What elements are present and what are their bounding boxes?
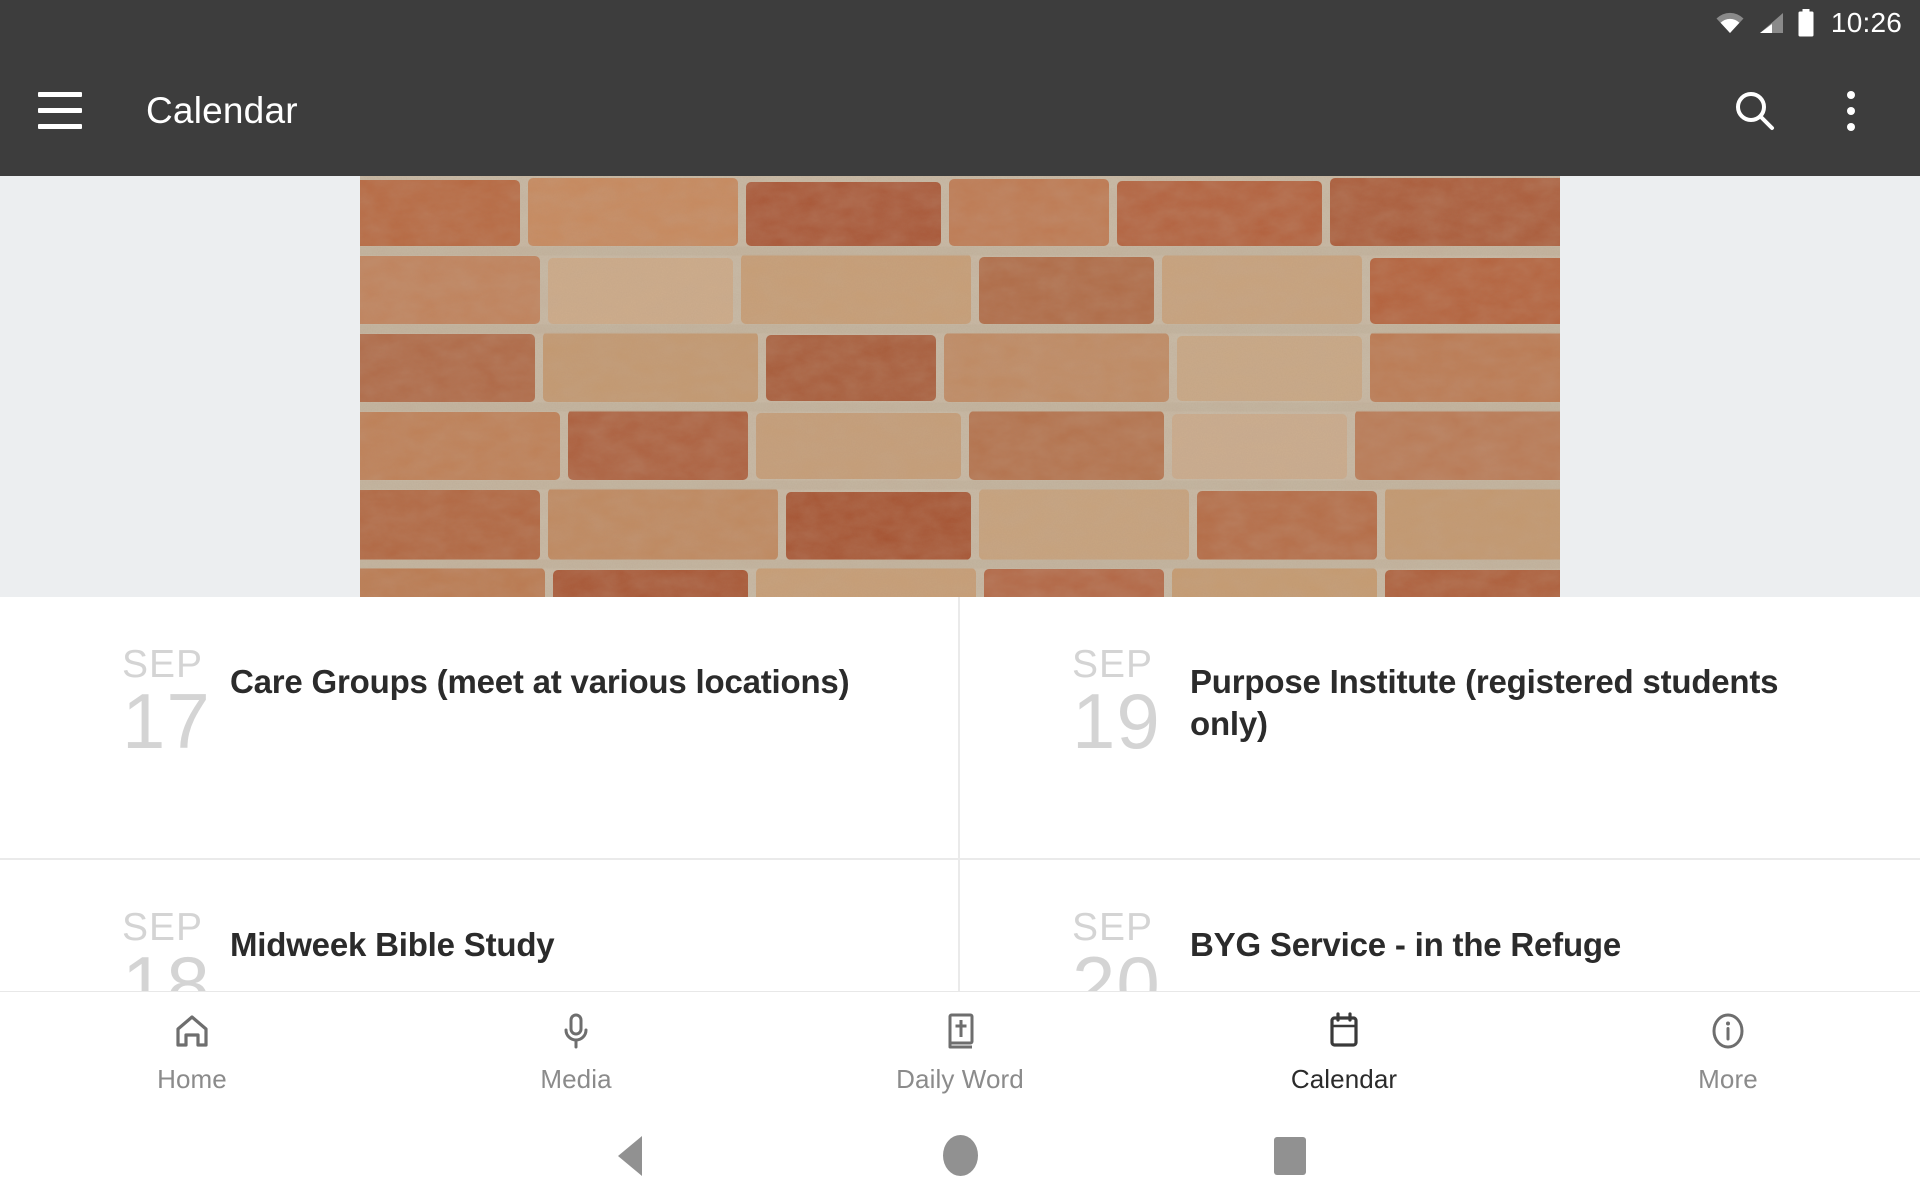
event-date: SEP 19 [960,597,1190,760]
menu-bar-3 [38,124,82,129]
nav-item-more[interactable]: More [1558,1008,1898,1095]
wifi-icon [1715,11,1745,35]
event-day: 20 [1072,940,1161,991]
cellular-signal-icon [1757,11,1785,35]
event-row: SEP 18 Midweek Bible Study SEP 20 BYG Se… [0,860,1920,991]
event-day: 19 [1072,677,1161,765]
microphone-icon [555,1008,597,1054]
info-circle-icon [1707,1008,1749,1054]
nav-label: Home [157,1064,227,1094]
event-day: 18 [122,940,211,991]
android-system-navigation [0,1111,1920,1200]
recents-glyph [1274,1136,1306,1175]
overflow-menu-icon[interactable] [1820,80,1882,142]
home-glyph [942,1135,978,1176]
event-date: SEP 18 [0,860,230,991]
menu-bar-2 [38,108,82,113]
event-title: Purpose Institute (registered students o… [1190,663,1779,743]
nav-label: Daily Word [896,1064,1024,1094]
back-triangle-icon[interactable] [465,1135,795,1176]
event-title: Midweek Bible Study [230,926,555,963]
home-icon [171,1008,213,1054]
recents-square-icon[interactable] [1125,1136,1455,1175]
nav-label: Calendar [1290,1064,1398,1094]
battery-icon [1797,8,1815,37]
nav-item-calendar[interactable]: Calendar [1174,1008,1514,1095]
nav-label: More [1698,1064,1758,1094]
bible-book-icon [939,1008,981,1054]
calendar-icon [1323,1008,1365,1054]
event-card[interactable]: SEP 17 Care Groups (meet at various loca… [0,597,960,858]
menu-bar-1 [38,92,82,97]
event-date: SEP 17 [0,597,230,760]
event-row: SEP 17 Care Groups (meet at various loca… [0,597,1920,860]
app-bar-actions [1724,80,1920,142]
app-bar: Calendar [0,45,1920,176]
event-card[interactable]: SEP 20 BYG Service - in the Refuge [960,860,1920,991]
status-bar: 10:26 [0,0,1920,45]
event-card[interactable]: SEP 18 Midweek Bible Study [0,860,960,991]
home-circle-icon[interactable] [795,1135,1125,1176]
overflow-dot-1 [1847,90,1855,99]
page-title: Calendar [146,89,298,131]
overflow-dot-2 [1847,106,1855,115]
status-bar-clock: 10:26 [1830,6,1902,38]
event-date: SEP 20 [960,860,1190,991]
hero-banner-band [0,176,1920,597]
event-card[interactable]: SEP 19 Purpose Institute (registered stu… [960,597,1920,858]
event-grid: SEP 17 Care Groups (meet at various loca… [0,597,1920,991]
hamburger-menu-icon[interactable] [26,77,94,145]
bottom-navigation-bar: Home Media Daily Word Calendar More [0,991,1920,1111]
nav-item-media[interactable]: Media [406,1008,746,1095]
brick-wall-banner[interactable] [360,176,1560,597]
back-glyph [618,1135,642,1176]
overflow-dot-3 [1847,122,1855,131]
event-title: BYG Service - in the Refuge [1190,926,1622,963]
calendar-scroll-content[interactable]: SEP 17 Care Groups (meet at various loca… [0,176,1920,991]
nav-item-daily-word[interactable]: Daily Word [790,1008,1130,1095]
event-title: Care Groups (meet at various locations) [230,663,850,700]
search-icon[interactable] [1724,80,1786,142]
nav-label: Media [540,1064,612,1094]
nav-item-home[interactable]: Home [22,1008,362,1095]
event-day: 17 [122,677,211,765]
